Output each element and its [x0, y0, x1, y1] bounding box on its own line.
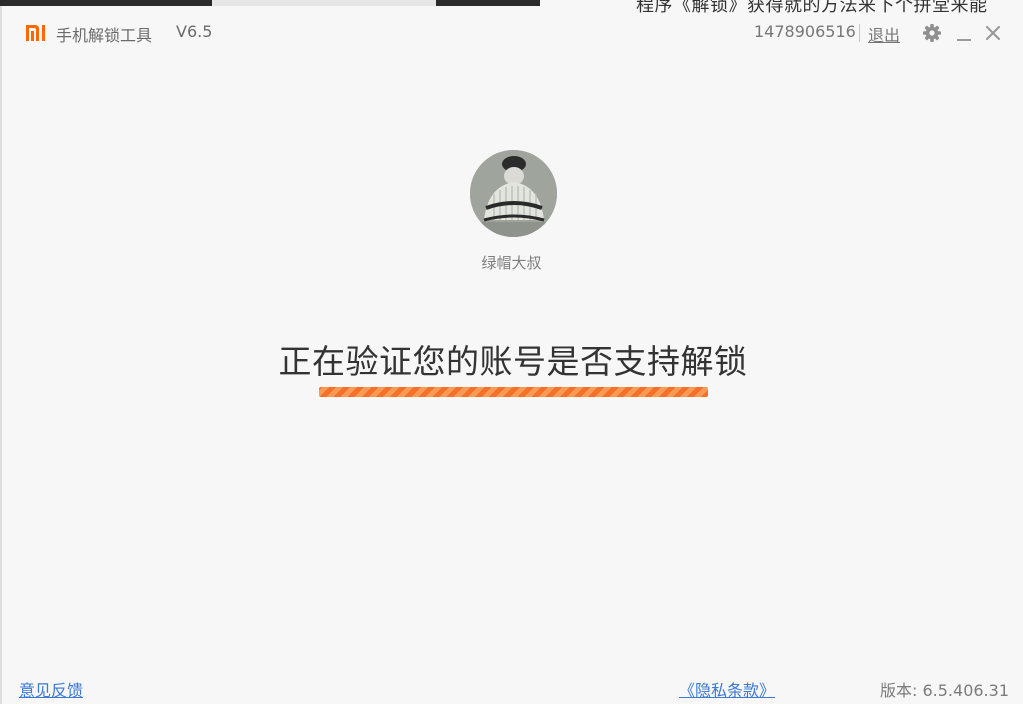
username: 绿帽大叔 — [481, 254, 542, 272]
title-bar[interactable]: 手机解锁工具 V6.5 1478906516 退出 — [0, 6, 1023, 58]
avatar — [470, 150, 557, 237]
feedback-link[interactable]: 意见反馈 — [19, 677, 83, 701]
status-heading: 正在验证您的账号是否支持解锁 — [278, 342, 748, 381]
minimize-icon[interactable] — [957, 39, 971, 41]
privacy-policy-link[interactable]: 《隐私条款》 — [679, 677, 775, 701]
logout-link[interactable]: 退出 — [868, 22, 900, 46]
gear-icon[interactable] — [922, 23, 942, 43]
progress-bar — [319, 387, 708, 397]
account-id: 1478906516 — [754, 22, 856, 41]
mi-logo — [26, 25, 45, 41]
close-icon[interactable] — [985, 25, 1001, 41]
progress-fill — [319, 387, 708, 397]
app-version: V6.5 — [176, 22, 213, 41]
version-label: 版本: 6.5.406.31 — [880, 681, 1009, 700]
unlock-tool-window: 程序《解锁》获得就的方法来下个拼堂来能 手机解锁工具 V6.5 14789065… — [0, 0, 1023, 704]
divider — [859, 24, 860, 42]
app-title: 手机解锁工具 — [56, 26, 153, 45]
avatar-image — [470, 150, 557, 237]
